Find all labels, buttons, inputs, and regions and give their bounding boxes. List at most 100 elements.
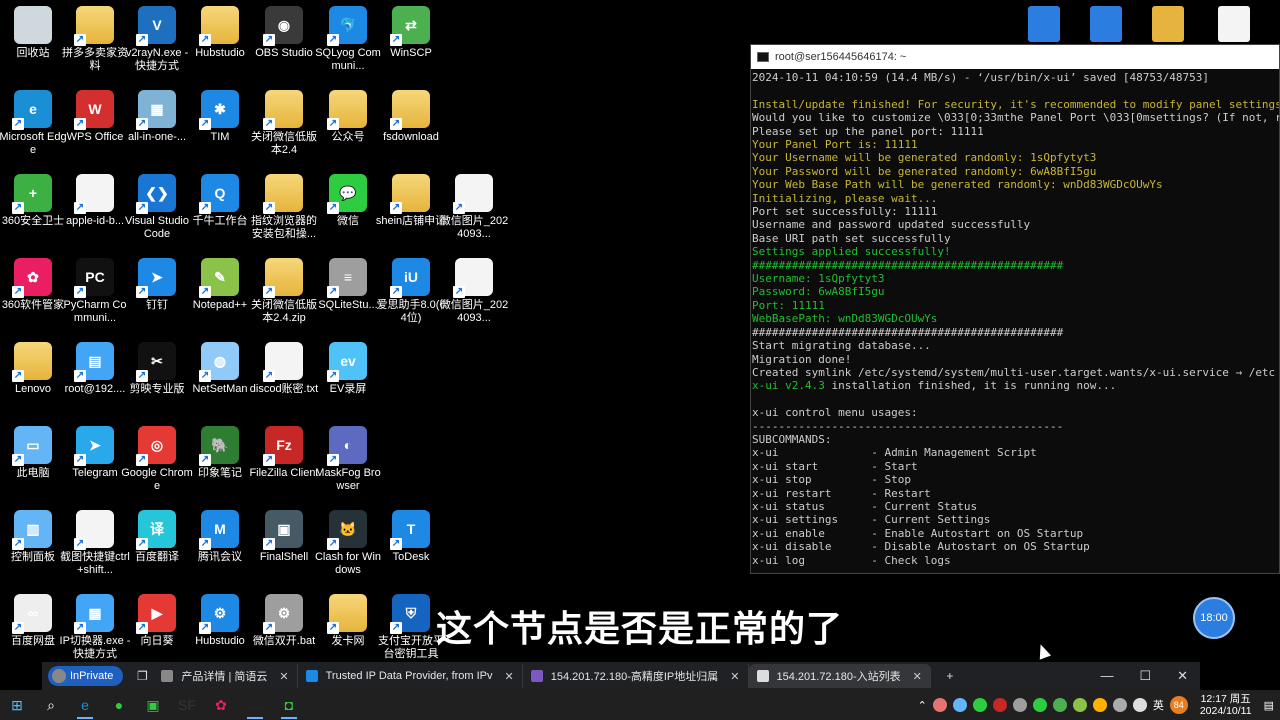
desktop-icon[interactable]: ⚙微信双开.bat — [251, 590, 317, 670]
desktop-icon[interactable]: 微信图片_2024093... — [440, 254, 508, 334]
desktop-icon[interactable]: 🐱Clash for Windows — [315, 506, 381, 586]
desktop-icon[interactable]: ✂剪映专业版 — [124, 338, 190, 418]
desktop-icon[interactable]: 🐬SQLyog Communi... — [315, 2, 381, 82]
desktop-icon[interactable]: 微信图片_2024093... — [440, 170, 508, 250]
green-taskbar-icon[interactable]: ◘ — [272, 690, 306, 720]
greenapp-taskbar-icon[interactable]: ▣ — [136, 690, 170, 720]
desktop-icon[interactable]: ▤root@192.... — [62, 338, 128, 418]
edge-taskbar-icon[interactable]: e — [68, 690, 102, 720]
tab-close-icon[interactable]: ✕ — [730, 670, 739, 683]
wechat-tray-icon[interactable] — [972, 698, 987, 712]
desktop-icon[interactable]: ⛨支付宝开放平台密钥工具 — [378, 590, 444, 670]
desktop-icon[interactable]: Lenovo — [0, 338, 66, 418]
tab-actions-icon[interactable]: ❐ — [131, 665, 153, 687]
desktop-icon[interactable]: ⇄WinSCP — [378, 2, 444, 82]
search-icon[interactable]: ⌕ — [34, 690, 68, 720]
tray-app-icon[interactable] — [1052, 698, 1067, 712]
tray-app-icon[interactable] — [992, 698, 1007, 712]
desktop-icon[interactable]: ≡SQLiteStu... — [315, 254, 381, 334]
terminal-window[interactable]: root@ser156445646174: ~ 2024-10-11 04:10… — [750, 44, 1280, 574]
inprivate-badge[interactable]: InPrivate — [48, 666, 124, 686]
desktop-icon[interactable]: apple-id-b... — [62, 170, 128, 250]
desktop-icon[interactable]: ❮❯Visual Studio Code — [124, 170, 190, 250]
network-icon[interactable] — [1112, 698, 1127, 712]
terminal-titlebar[interactable]: root@ser156445646174: ~ — [751, 45, 1279, 69]
desktop-icon[interactable]: ▦IP切换器.exe - 快捷方式 — [60, 590, 130, 670]
desktop-icon[interactable]: 关闭微信低版本2.4 — [251, 86, 317, 166]
taskbar-clock[interactable]: 12:17 周五 2024/10/11 — [1200, 693, 1252, 717]
desktop-icon[interactable]: PCPyCharm Communi... — [62, 254, 128, 334]
desktop-icon[interactable]: eMicrosoft Edge — [0, 86, 67, 166]
desktop-icon[interactable]: 指纹浏览器的安装包和操... — [251, 170, 317, 250]
wps-doc-icon-2[interactable] — [1090, 6, 1122, 42]
desktop-icon[interactable]: +360安全卫士 — [0, 170, 66, 250]
desktop-icon[interactable]: M腾讯会议 — [187, 506, 253, 586]
desktop-icon[interactable]: ⚙Hubstudio — [187, 590, 253, 670]
desktop-icon[interactable]: ◍NetSetMan — [187, 338, 253, 418]
desktop-icon[interactable]: 💬微信 — [315, 170, 381, 250]
desktop-icon[interactable]: ▶向日葵 — [124, 590, 190, 670]
wechat-taskbar-icon[interactable]: ● — [102, 690, 136, 720]
desktop-icon[interactable]: ∞百度网盘 — [0, 590, 66, 670]
desktop-icon[interactable]: ➤Telegram — [62, 422, 128, 502]
start-icon[interactable]: ⊞ — [0, 690, 34, 720]
desktop-icon[interactable]: ✱TIM — [187, 86, 253, 166]
browser-tab[interactable]: 产品详情 | 简语云 ✕ — [153, 664, 298, 688]
sf-taskbar-icon[interactable]: SF — [170, 690, 204, 720]
desktop-icon[interactable]: 拼多多卖家资料 — [62, 2, 128, 82]
blank-doc-icon[interactable] — [1218, 6, 1250, 42]
desktop-icon[interactable]: ▥控制面板 — [0, 506, 66, 586]
terminal-taskbar-icon[interactable]: ▬ — [238, 690, 272, 720]
desktop-icon[interactable]: Vv2rayN.exe - 快捷方式 — [124, 2, 190, 82]
desktop-icon[interactable]: 译百度翻译 — [124, 506, 190, 586]
volume-icon[interactable] — [1132, 698, 1147, 712]
browser-tab[interactable]: Trusted IP Data Provider, from IPv ✕ — [298, 664, 523, 688]
desktop-icon[interactable]: ✎Notepad++ — [187, 254, 253, 334]
desktop-icon[interactable]: Hubstudio — [187, 2, 253, 82]
desktop-icon[interactable]: TToDesk — [378, 506, 444, 586]
desktop-icon[interactable]: 🐘印象笔记 — [187, 422, 253, 502]
desktop-icon[interactable]: iU爱思助手8.0(64位) — [376, 254, 446, 334]
desktop-icon[interactable]: WWPS Office — [62, 86, 128, 166]
notification-center-icon[interactable]: ▤ — [1264, 699, 1274, 712]
tray-app-icon[interactable] — [1032, 698, 1047, 712]
archive-icon[interactable] — [1152, 6, 1184, 42]
new-tab-button[interactable]: + — [939, 665, 961, 687]
terminal-output[interactable]: 2024-10-11 04:10:59 (14.4 MB/s) - ‘/usr/… — [751, 69, 1279, 569]
desktop-icon[interactable]: Q千牛工作台 — [187, 170, 253, 250]
desktop-icon[interactable]: 关闭微信低版本2.4.zip — [251, 254, 317, 334]
desktop-icon[interactable]: discod账密.txt — [250, 338, 318, 418]
floating-clock-bubble[interactable]: 18:00 — [1193, 597, 1235, 639]
desktop-icon[interactable]: evEV录屏 — [315, 338, 381, 418]
tab-close-icon[interactable]: ✕ — [505, 670, 514, 683]
desktop-icon[interactable]: ▭此电脑 — [0, 422, 66, 502]
flower-taskbar-icon[interactable]: ✿ — [204, 690, 238, 720]
tab-close-icon[interactable]: ✕ — [913, 670, 922, 683]
close-button[interactable]: ✕ — [1177, 668, 1188, 684]
desktop-icon[interactable]: ➤钉钉 — [124, 254, 190, 334]
input-language[interactable]: 英 — [1153, 697, 1164, 713]
browser-tab[interactable]: 154.201.72.180-入站列表 ✕ — [748, 664, 931, 688]
desktop-icon[interactable]: ▦all-in-one-... — [124, 86, 190, 166]
wps-doc-icon[interactable] — [1028, 6, 1060, 42]
tab-close-icon[interactable]: ✕ — [279, 670, 288, 683]
tray-app-icon[interactable] — [1092, 698, 1107, 712]
desktop-icon[interactable]: ◐MaskFog Browser — [315, 422, 381, 502]
desktop-icon[interactable]: shein店铺申请 — [376, 170, 446, 250]
tray-app-icon[interactable] — [1012, 698, 1027, 712]
desktop-icon[interactable]: ◉OBS Studio — [251, 2, 317, 82]
desktop-icon[interactable]: 截图快捷键ctrl+shift... — [60, 506, 130, 586]
desktop-icon[interactable]: ✿360软件管家 — [0, 254, 66, 334]
tray-app-icon[interactable] — [932, 698, 947, 712]
tray-app-icon[interactable] — [1072, 698, 1087, 712]
maximize-button[interactable]: ☐ — [1139, 668, 1151, 684]
desktop-icon[interactable]: ◎Google Chrome — [121, 422, 193, 502]
tray-app-icon[interactable] — [952, 698, 967, 712]
tray-chevron-icon[interactable]: ⌃ — [918, 699, 927, 712]
desktop-icon[interactable]: 发卡网 — [315, 590, 381, 670]
desktop-icon[interactable]: FzFileZilla Client — [249, 422, 319, 502]
browser-tab[interactable]: 154.201.72.180-高精度IP地址归属 ✕ — [523, 664, 749, 688]
desktop-icon[interactable]: ▣FinalShell — [251, 506, 317, 586]
notification-badge[interactable]: 84 — [1169, 696, 1188, 714]
desktop-icon[interactable]: 公众号 — [315, 86, 381, 166]
